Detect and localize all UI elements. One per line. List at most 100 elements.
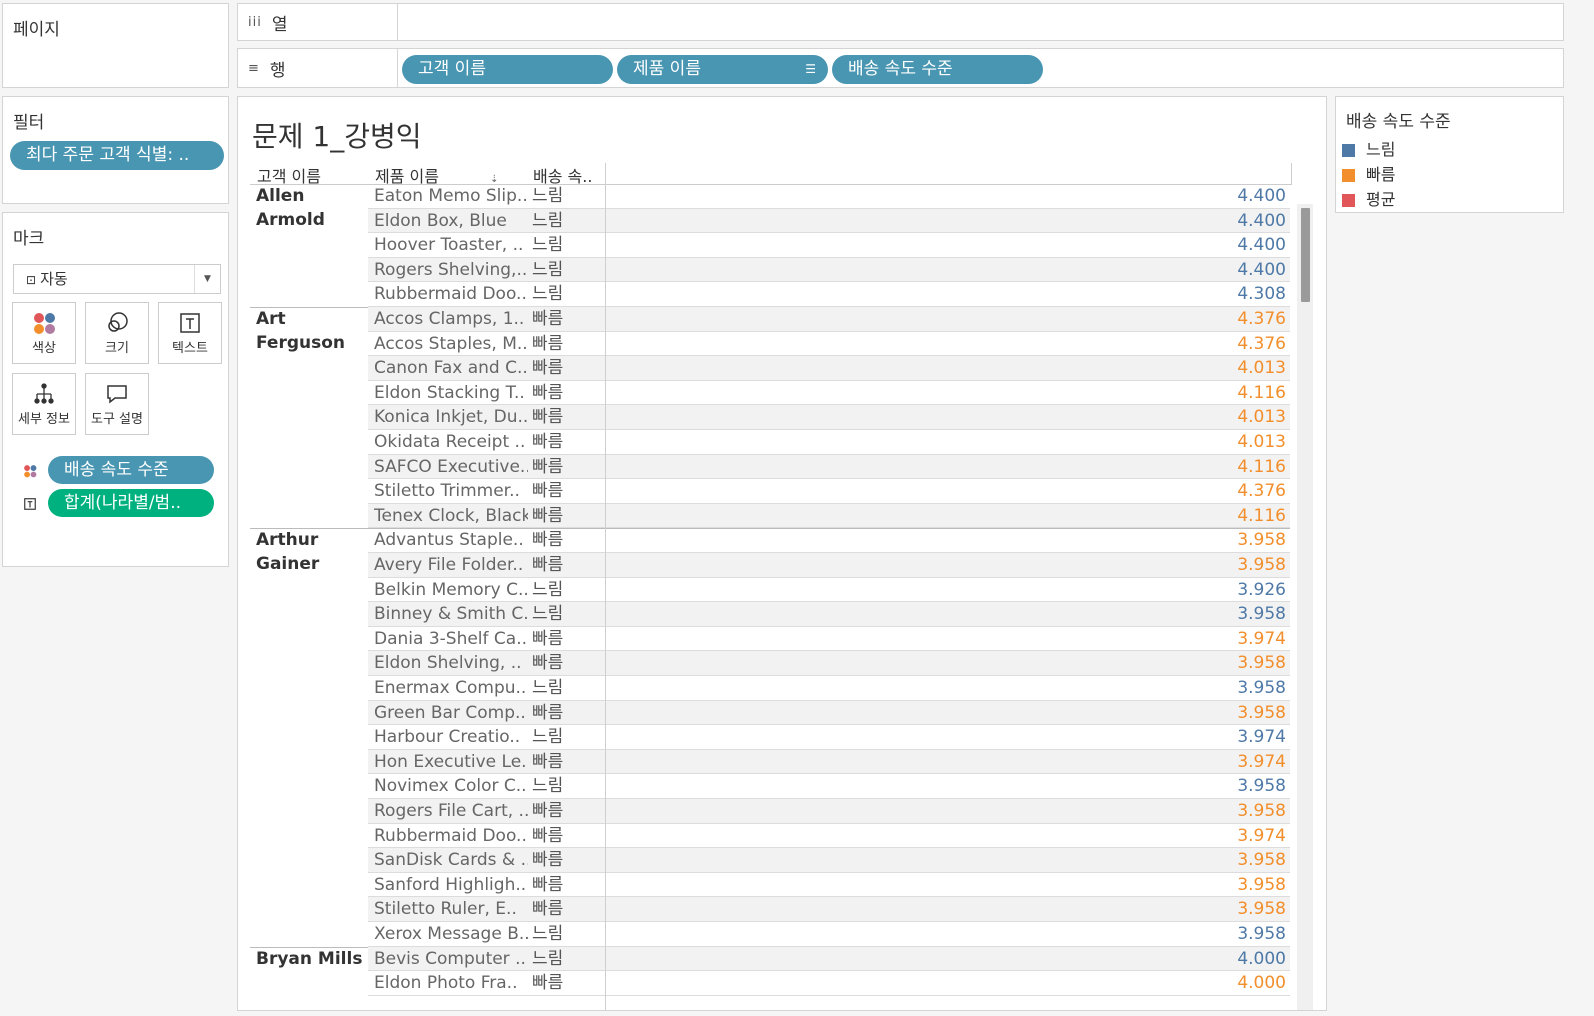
table-row[interactable]: Bevis Computer .. 느림 4.000	[368, 946, 1290, 972]
table-row[interactable]: Xerox Message B.. 느림 3.958	[368, 922, 1290, 947]
value-cell: 4.000	[1237, 948, 1286, 969]
table-row[interactable]: Avery File Folder.. 빠름 3.958	[368, 553, 1290, 578]
filter-pill[interactable]: 최다 주문 고객 식별: ..	[10, 141, 224, 170]
value-cell: 3.926	[1237, 579, 1286, 600]
table-row[interactable]: Hoover Toaster, .. 느림 4.400	[368, 233, 1290, 258]
color-button[interactable]: 색상	[12, 302, 76, 364]
speed-level: 느림	[532, 924, 564, 944]
speed-level: 빠름	[532, 973, 564, 994]
legend-item[interactable]: 빠름	[1342, 165, 1395, 185]
product-name: Rubbermaid Doo..	[374, 825, 527, 846]
table-row[interactable]: Accos Clamps, 1.. 빠름 4.376	[368, 307, 1290, 332]
table-row[interactable]: Rubbermaid Doo.. 느림 4.308	[368, 282, 1290, 307]
pages-title: 페이지	[13, 20, 60, 40]
product-name: Eldon Photo Fra..	[374, 973, 518, 994]
table-row[interactable]: Accos Staples, M.. 빠름 4.376	[368, 332, 1290, 357]
legend-item[interactable]: 평균	[1342, 190, 1395, 210]
value-cell: 4.116	[1237, 505, 1286, 526]
size-button[interactable]: 크기	[85, 302, 149, 364]
table-row[interactable]: Advantus Staple.. 빠름 3.958	[368, 528, 1290, 553]
table-row[interactable]: Eaton Memo Slip.. 느림 4.400	[368, 184, 1290, 209]
detail-button[interactable]: 세부 정보	[12, 373, 76, 435]
text-field-pill[interactable]: 합계(나라별/범..	[48, 489, 214, 517]
tooltip-button[interactable]: 도구 설명	[85, 373, 149, 435]
table-row[interactable]: Okidata Receipt .. 빠름 4.013	[368, 430, 1290, 455]
value-cell: 4.116	[1237, 456, 1286, 477]
table-row[interactable]: Sanford Highligh.. 빠름 3.958	[368, 873, 1290, 898]
rows-pill-customer[interactable]: 고객 이름	[402, 55, 613, 84]
table-row[interactable]: Eldon Photo Fra.. 빠름 4.000	[368, 971, 1290, 996]
header-divider	[605, 163, 606, 185]
speed-level: 빠름	[532, 456, 564, 477]
customer-name[interactable]: Arthur Gainer	[256, 528, 368, 576]
speed-level: 느림	[532, 579, 564, 600]
table-row[interactable]: Hon Executive Le.. 빠름 3.974	[368, 749, 1290, 775]
columns-shelf[interactable]: iii 열	[237, 3, 1564, 41]
size-label: 크기	[105, 341, 129, 356]
rows-pill-product[interactable]: 제품 이름 ☰	[617, 55, 828, 84]
table-row[interactable]: SAFCO Executive.. 빠름 4.116	[368, 454, 1290, 480]
table-row[interactable]: Eldon Box, Blue 느림 4.400	[368, 208, 1290, 234]
speed-level: 빠름	[532, 481, 564, 502]
speed-level: 빠름	[532, 505, 564, 526]
table-row[interactable]: Green Bar Comp.. 빠름 3.958	[368, 700, 1290, 726]
table-row[interactable]: Harbour Creatio.. 느림 3.974	[368, 725, 1290, 750]
text-icon	[159, 303, 221, 337]
speed-level: 느림	[532, 727, 564, 748]
table-row[interactable]: Tenex Clock, Black 빠름 4.116	[368, 503, 1290, 529]
value-cell: 3.974	[1237, 751, 1286, 772]
product-name: SanDisk Cards & ..	[374, 850, 528, 871]
customer-name[interactable]: Allen Armold	[256, 184, 368, 232]
rows-shelf[interactable]: ≡ 행 고객 이름 제품 이름 ☰ 배송 속도 수준	[237, 48, 1564, 88]
table-row[interactable]: Novimex Color C.. 느림 3.958	[368, 774, 1290, 799]
rows-pill-speed[interactable]: 배송 속도 수준	[832, 55, 1043, 84]
value-cell: 3.958	[1237, 924, 1286, 944]
table-row[interactable]: Binney & Smith C.. 느림 3.958	[368, 602, 1290, 627]
table-row[interactable]: SanDisk Cards & .. 빠름 3.958	[368, 848, 1290, 873]
pages-panel[interactable]: 페이지	[2, 3, 229, 88]
mark-type-dropdown[interactable]: ⊡ 자동 ▼	[13, 264, 221, 294]
tooltip-label: 도구 설명	[91, 412, 143, 427]
table-row[interactable]: Rubbermaid Doo.. 빠름 3.974	[368, 824, 1290, 849]
value-cell: 3.958	[1237, 801, 1286, 821]
table-row[interactable]: Rogers Shelving,.. 느림 4.400	[368, 257, 1290, 283]
table-row[interactable]: Enermax Compu.. 느림 3.958	[368, 676, 1290, 701]
speed-level: 빠름	[532, 333, 564, 354]
scrollbar-thumb[interactable]	[1301, 208, 1310, 302]
vertical-scrollbar[interactable]	[1297, 204, 1313, 1010]
table-row[interactable]: Stiletto Ruler, E.. 빠름 3.958	[368, 897, 1290, 922]
speed-level: 느림	[532, 259, 564, 280]
detail-label: 세부 정보	[18, 412, 70, 427]
table-row[interactable]: Stiletto Trimmer.. 빠름 4.376	[368, 479, 1290, 504]
text-button[interactable]: 텍스트	[158, 302, 222, 364]
value-cell: 4.308	[1237, 284, 1286, 305]
product-name: Eldon Shelving, ..	[374, 653, 522, 674]
color-field-pill[interactable]: 배송 속도 수준	[48, 456, 214, 484]
table-row[interactable]: Eldon Shelving, .. 빠름 3.958	[368, 651, 1290, 676]
filters-panel[interactable]: 필터 최다 주문 고객 식별: ..	[2, 96, 229, 204]
rows-shelf-label: ≡ 행	[238, 49, 398, 87]
legend-swatch	[1342, 169, 1355, 182]
product-name: Stiletto Ruler, E..	[374, 899, 517, 920]
legend-item[interactable]: 느림	[1342, 140, 1395, 160]
speed-level: 빠름	[532, 899, 564, 920]
table-row[interactable]: Canon Fax and C.. 빠름 4.013	[368, 356, 1290, 381]
columns-shelf-label: iii 열	[238, 4, 398, 40]
value-cell: 3.974	[1237, 825, 1286, 846]
value-cell: 3.974	[1237, 628, 1286, 649]
speed-level: 느림	[532, 604, 564, 625]
product-name: Eldon Box, Blue	[374, 210, 507, 231]
speed-level: 느림	[532, 235, 564, 256]
customer-name[interactable]: Art Ferguson	[256, 307, 368, 355]
table-row[interactable]: Belkin Memory C.. 느림 3.926	[368, 578, 1290, 603]
product-name: Rubbermaid Doo..	[374, 284, 527, 305]
chevron-down-icon[interactable]: ▼	[194, 265, 220, 293]
customer-name[interactable]: Bryan Mills	[256, 947, 368, 971]
table-row[interactable]: Konica Inkjet, Du.. 빠름 4.013	[368, 405, 1290, 430]
product-name: Eldon Stacking T..	[374, 382, 525, 403]
sort-desc-icon[interactable]: ☰	[805, 55, 816, 84]
legend-title: 배송 속도 수준	[1346, 112, 1451, 132]
table-row[interactable]: Dania 3-Shelf Ca.. 빠름 3.974	[368, 627, 1290, 652]
table-row[interactable]: Rogers File Cart, .. 빠름 3.958	[368, 799, 1290, 824]
table-row[interactable]: Eldon Stacking T.. 빠름 4.116	[368, 381, 1290, 406]
